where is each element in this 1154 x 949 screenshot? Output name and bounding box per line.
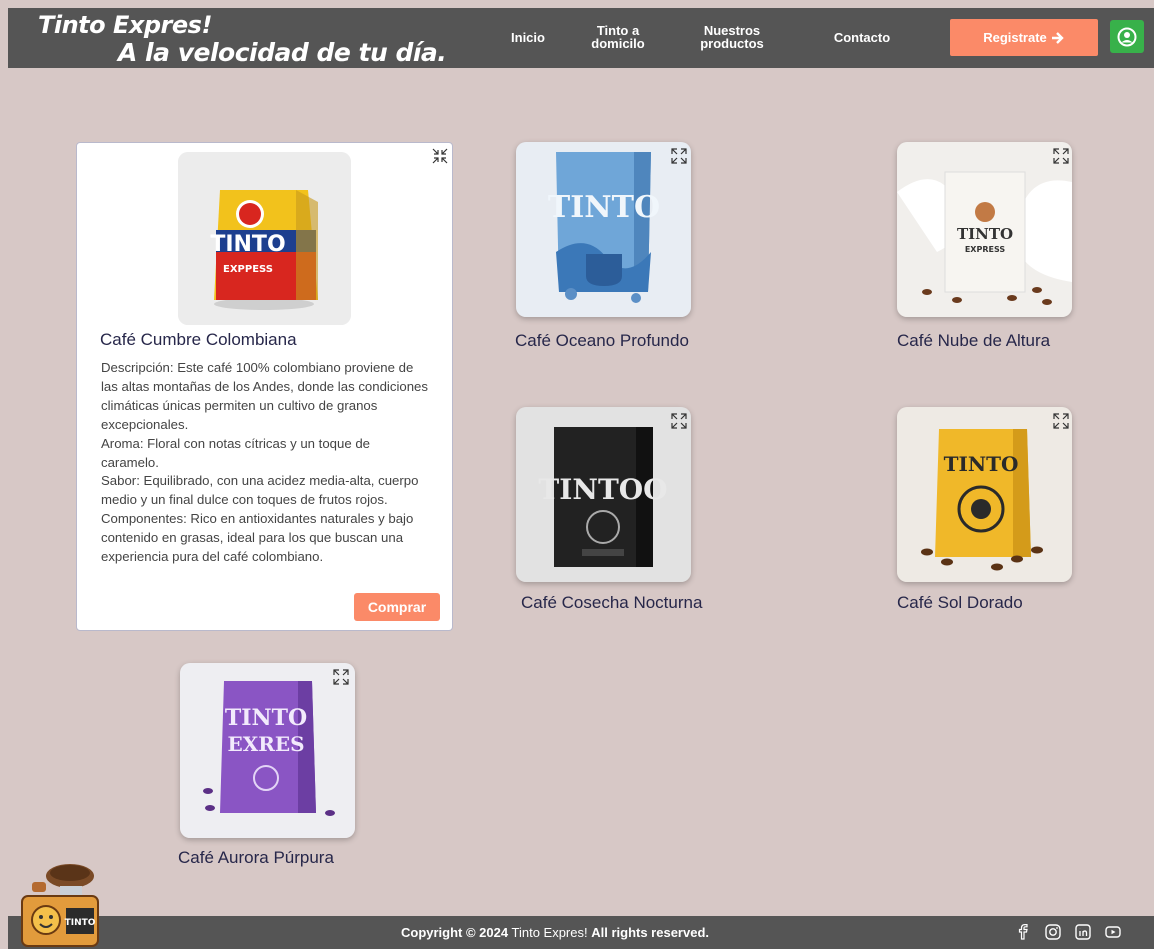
product-name: Café Cumbre Colombiana [100,330,297,349]
description-paragraph: Descripción: Este café 100% colombiano p… [101,360,428,432]
product-image[interactable]: TINTOO [516,407,691,582]
register-button[interactable]: Registrate [950,19,1098,56]
brand-title: Tinto Expres! [38,11,212,39]
svg-text:EXPRESS: EXPRESS [965,245,1006,254]
nav-item-tinto-a-domicilio[interactable]: Tinto a domicilo [582,24,654,50]
svg-text:TINTO: TINTO [944,452,1019,476]
nav-item-contacto[interactable]: Contacto [822,31,902,44]
product-name[interactable]: Café Oceano Profundo [515,331,689,351]
expand-icon[interactable] [670,412,688,430]
product-image[interactable]: TINTO EXPRESS [897,142,1072,317]
nav-label: domicilo [591,36,645,51]
nav-label: productos [700,36,764,51]
buy-button[interactable]: Comprar [354,593,440,621]
expand-icon[interactable] [1052,412,1070,430]
components-paragraph: Componentes: Rico en antioxidantes natur… [101,511,414,565]
svg-text:TINTO: TINTO [65,918,96,928]
collapse-icon[interactable] [431,147,449,165]
product-image[interactable]: TINTO [897,407,1072,582]
expand-icon[interactable] [332,668,350,686]
youtube-icon[interactable] [1104,923,1122,941]
product-name[interactable]: Café Sol Dorado [897,593,1023,613]
product-description: Descripción: Este café 100% colombiano p… [101,359,431,567]
svg-text:TINTOO: TINTOO [538,473,667,506]
svg-text:EXRES: EXRES [227,732,304,756]
product-image[interactable]: TINTO [516,142,691,317]
nav-item-nuestros-productos[interactable]: Nuestros productos [690,24,774,50]
expand-icon[interactable] [1052,147,1070,165]
svg-text:TINTO: TINTO [210,232,285,257]
user-account-button[interactable] [1110,20,1144,53]
svg-text:EXPPESS: EXPPESS [223,264,273,275]
register-label: Registrate [983,30,1047,45]
nav-label: Inicio [511,30,545,45]
svg-text:TINTO: TINTO [548,190,660,225]
product-name[interactable]: Café Nube de Altura [897,331,1050,351]
coffee-mascot-logo[interactable]: TINTO [14,858,104,949]
footer: Copyright © 2024 Tinto Expres! All right… [8,916,1154,949]
product-name[interactable]: Café Aurora Púrpura [178,848,334,868]
copyright-rights: All rights reserved. [591,925,710,940]
flavor-paragraph: Sabor: Equilibrado, con una acidez media… [101,473,419,508]
expand-icon[interactable] [670,147,688,165]
instagram-icon[interactable] [1044,923,1062,941]
footer-brand: Tinto Expres! [511,925,588,940]
arrow-right-icon [1051,31,1064,44]
facebook-icon[interactable] [1014,923,1032,941]
user-circle-icon [1117,27,1137,46]
copyright-text: Copyright © 2024 Tinto Expres! All right… [401,925,709,940]
svg-text:TINTO: TINTO [225,705,307,731]
aroma-paragraph: Aroma: Floral con notas cítricas y un to… [101,435,371,470]
copyright-prefix: Copyright © 2024 [401,925,509,940]
product-card-expanded: TINTO EXPPESS Café Cumbre Colombiana Des… [76,142,453,631]
svg-text:TINTO: TINTO [957,225,1013,243]
linkedin-icon[interactable] [1074,923,1092,941]
brand-tagline: A la velocidad de tu día. [118,38,447,67]
nav-label: Contacto [833,30,891,45]
product-image[interactable]: TINTO EXPPESS [178,152,351,325]
product-image[interactable]: TINTO EXRES [180,663,355,838]
product-name[interactable]: Café Cosecha Nocturna [521,593,702,613]
nav-item-inicio[interactable]: Inicio [506,31,550,44]
top-navbar: Tinto Expres! A la velocidad de tu día. … [8,8,1154,68]
brand-logo[interactable]: Tinto Expres! A la velocidad de tu día. [38,11,447,67]
